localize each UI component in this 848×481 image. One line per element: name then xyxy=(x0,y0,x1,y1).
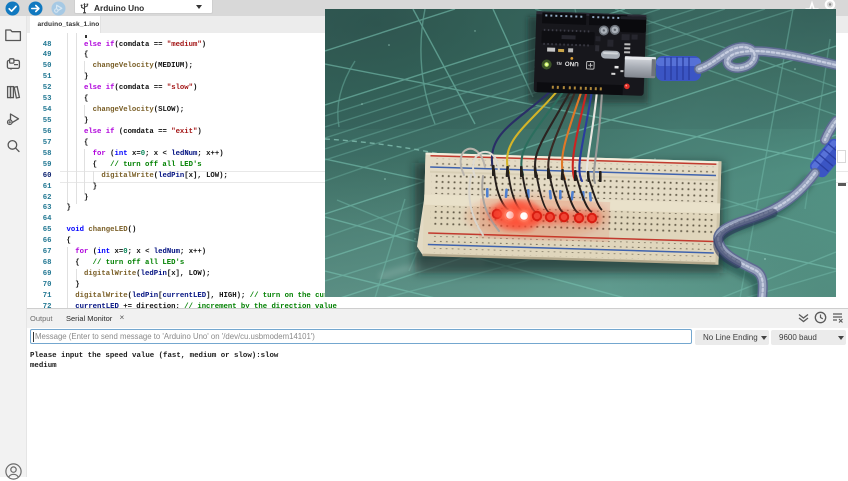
svg-text:UNO: UNO xyxy=(565,60,579,67)
